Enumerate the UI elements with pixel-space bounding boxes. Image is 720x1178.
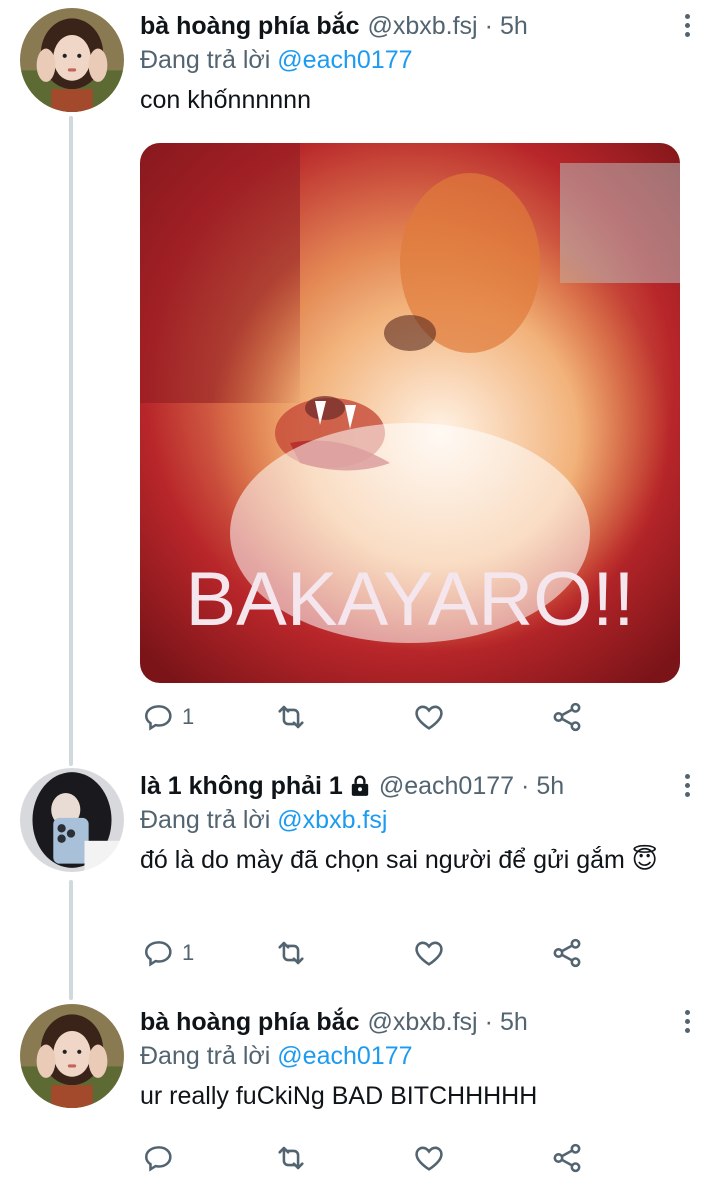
like-button[interactable] <box>412 933 446 973</box>
retweet-icon <box>278 941 304 965</box>
replying-to: Đang trả lời @xbxb.fsj <box>140 806 700 835</box>
tweet-text: ur really fuCkiNg BAD BITCHHHHH <box>140 1082 538 1110</box>
share-icon <box>553 938 581 968</box>
display-name[interactable]: bà hoàng phía bắc <box>140 1008 359 1037</box>
separator-dot: · <box>521 771 530 800</box>
lock-icon <box>351 775 369 796</box>
avatar[interactable] <box>20 8 124 112</box>
like-icon <box>415 941 443 966</box>
tweet-text: đó là do mày đã chọn sai người để gửi gắ… <box>140 846 658 874</box>
more-icon[interactable] <box>672 770 702 800</box>
tweet[interactable]: bà hoàng phía bắc @xbxb.fsj · 5h Đang tr… <box>0 0 720 750</box>
user-handle[interactable]: @each0177 <box>379 772 514 801</box>
more-icon[interactable] <box>672 10 702 40</box>
tweet-actions <box>140 1138 600 1178</box>
timestamp[interactable]: 5h <box>500 12 528 41</box>
retweet-icon <box>278 1146 304 1170</box>
tweet[interactable]: bà hoàng phía bắc @xbxb.fsj · 5h Đang tr… <box>0 996 720 1177</box>
like-button[interactable] <box>412 697 446 737</box>
retweet-button[interactable] <box>274 1138 308 1178</box>
timestamp[interactable]: 5h <box>500 1008 528 1037</box>
display-name[interactable]: bà hoàng phía bắc <box>140 12 359 41</box>
separator-dot: · <box>484 1007 493 1036</box>
reply-count: 1 <box>182 704 195 729</box>
tweet[interactable]: là 1 không phải 1 @each0177 · 5h Đang tr… <box>0 760 720 990</box>
reply-icon <box>144 705 172 731</box>
retweet-icon <box>278 705 304 729</box>
more-icon[interactable] <box>672 1006 702 1036</box>
replying-prefix: Đang trả lời <box>140 46 271 74</box>
separator-dot: · <box>484 11 493 40</box>
share-button[interactable] <box>550 1138 584 1178</box>
reply-icon <box>144 1146 172 1172</box>
share-icon <box>553 702 581 732</box>
reply-icon <box>144 941 172 967</box>
mention-link[interactable]: @xbxb.fsj <box>277 806 387 834</box>
reply-button[interactable]: 1 <box>142 697 194 737</box>
reply-button[interactable] <box>142 1138 176 1178</box>
replying-prefix: Đang trả lời <box>140 806 271 834</box>
retweet-button[interactable] <box>274 933 308 973</box>
tweet-actions: 1 <box>140 697 600 737</box>
user-handle[interactable]: @xbxb.fsj <box>367 1008 477 1037</box>
share-button[interactable] <box>550 697 584 737</box>
display-name[interactable]: là 1 không phải 1 <box>140 772 343 801</box>
user-handle[interactable]: @xbxb.fsj <box>367 12 477 41</box>
tweet-text: con khốnnnnnn <box>140 86 311 114</box>
share-icon <box>553 1143 581 1173</box>
tweet-image[interactable]: BAKAYARO!! <box>140 143 680 683</box>
like-button[interactable] <box>412 1138 446 1178</box>
replying-prefix: Đang trả lời <box>140 1042 271 1070</box>
avatar[interactable] <box>20 1004 124 1108</box>
like-icon <box>415 1146 443 1171</box>
reply-button[interactable]: 1 <box>142 933 194 973</box>
replying-to: Đang trả lời @each0177 <box>140 1042 700 1071</box>
mention-link[interactable]: @each0177 <box>277 1042 412 1070</box>
share-button[interactable] <box>550 933 584 973</box>
reply-count: 1 <box>182 940 195 965</box>
avatar[interactable] <box>20 768 124 872</box>
like-icon <box>415 705 443 730</box>
retweet-button[interactable] <box>274 697 308 737</box>
timestamp[interactable]: 5h <box>536 772 564 801</box>
image-caption: BAKAYARO!! <box>185 557 634 642</box>
tweet-actions: 1 <box>140 933 600 973</box>
replying-to: Đang trả lời @each0177 <box>140 46 700 75</box>
mention-link[interactable]: @each0177 <box>277 46 412 74</box>
